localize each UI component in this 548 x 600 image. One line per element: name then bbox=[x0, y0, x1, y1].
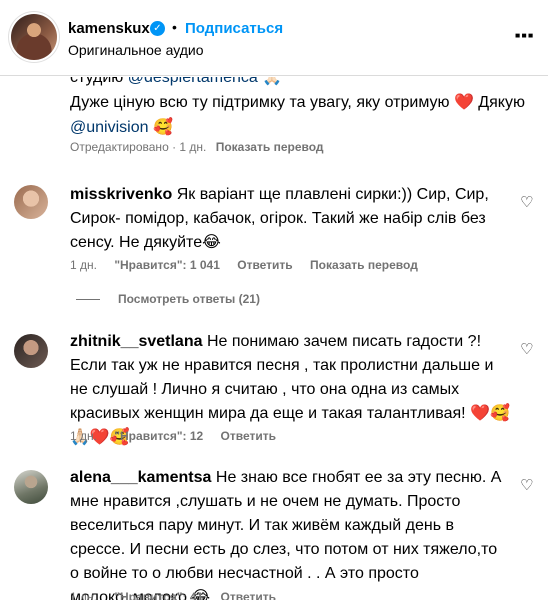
avatar[interactable] bbox=[14, 185, 48, 219]
comment-meta: 1 дн. "Нравится": 12 Ответить bbox=[70, 429, 290, 443]
caption-emoji: 🙏🏻 bbox=[257, 77, 283, 86]
comment-text: alena___kamentsa Не знаю все гнобят ее з… bbox=[70, 466, 510, 600]
verified-icon: ✓ bbox=[150, 21, 165, 36]
author-username[interactable]: kamenskux bbox=[68, 20, 150, 37]
comment-username[interactable]: alena___kamentsa bbox=[70, 469, 211, 486]
avatar[interactable] bbox=[14, 470, 48, 504]
like-heart-icon[interactable]: ♡ bbox=[520, 340, 533, 358]
comment-text: misskrivenko Як варіант ще плавлені сирк… bbox=[70, 183, 510, 255]
view-replies-label: Посмотреть ответы (21) bbox=[118, 292, 260, 306]
follow-button[interactable]: Подписаться bbox=[185, 20, 283, 37]
separator-dot: • bbox=[172, 19, 177, 35]
replies-divider bbox=[76, 299, 100, 301]
likes-count[interactable]: "Нравится": 12 bbox=[114, 429, 203, 443]
avatar[interactable] bbox=[14, 334, 48, 368]
reply-button[interactable]: Ответить bbox=[237, 258, 292, 272]
audio-link[interactable]: Оригинальное аудио bbox=[68, 42, 204, 58]
view-replies-button[interactable]: Посмотреть ответы (21) bbox=[76, 292, 260, 306]
caption-emoji: 🥰 bbox=[148, 119, 173, 136]
reply-button[interactable]: Ответить bbox=[221, 429, 276, 443]
comment-username[interactable]: misskrivenko bbox=[70, 186, 172, 203]
comments-panel: студию @despiertamerica 🙏🏻 Дуже ціную вс… bbox=[0, 77, 548, 600]
comment-time: 1 дн. bbox=[70, 258, 97, 272]
comment-time: 1 дн. bbox=[70, 590, 97, 600]
more-options-icon[interactable]: ⋮ bbox=[512, 25, 537, 48]
comment-username[interactable]: zhitnik__svetlana bbox=[70, 333, 203, 350]
reply-button[interactable]: Ответить bbox=[221, 590, 276, 600]
show-translation-button[interactable]: Показать перевод bbox=[310, 258, 418, 272]
caption-meta: Отредактировано · 1 дн. Показать перевод bbox=[70, 140, 324, 154]
comment-meta: 1 дн. "Нравится": 41 Ответить bbox=[70, 590, 290, 600]
caption-text: студию bbox=[70, 77, 128, 86]
caption-text: Дуже ціную всю ту підтримку та увагу, як… bbox=[70, 94, 525, 111]
like-heart-icon[interactable]: ♡ bbox=[520, 193, 533, 211]
comment-body: Не знаю все гнобят ее за эту песню. А мн… bbox=[70, 469, 502, 600]
post-caption: студию @despiertamerica 🙏🏻 Дуже ціную вс… bbox=[70, 77, 530, 140]
avatar[interactable] bbox=[11, 14, 57, 60]
likes-count[interactable]: "Нравится": 41 bbox=[114, 590, 203, 600]
post-header: kamenskux ✓ • Подписаться Оригинальное а… bbox=[0, 0, 548, 76]
show-translation-button[interactable]: Показать перевод bbox=[216, 140, 324, 154]
mention-link[interactable]: @univision bbox=[70, 119, 149, 136]
comment-time: 1 дн. bbox=[70, 429, 97, 443]
comment-meta: 1 дн. "Нравится": 1 041 Ответить Показат… bbox=[70, 258, 432, 272]
edited-label: Отредактировано · 1 дн. bbox=[70, 140, 207, 154]
likes-count[interactable]: "Нравится": 1 041 bbox=[114, 258, 220, 272]
mention-link[interactable]: @despiertamerica bbox=[128, 77, 258, 86]
like-heart-icon[interactable]: ♡ bbox=[520, 476, 533, 494]
